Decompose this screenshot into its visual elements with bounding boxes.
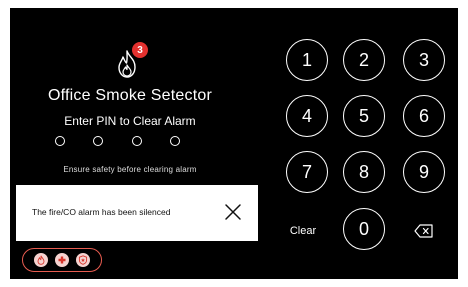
keypad-key-1[interactable]: 1 — [286, 39, 328, 81]
safety-hint: Ensure safety before clearing alarm — [63, 165, 197, 174]
emergency-services-pill[interactable] — [22, 248, 102, 272]
close-icon — [225, 204, 241, 220]
keypad-key-9[interactable]: 9 — [403, 151, 445, 193]
keypad-key-6[interactable]: 6 — [403, 95, 445, 137]
alarm-count-badge: 3 — [132, 42, 148, 58]
police-icon — [76, 253, 90, 267]
toast-close-button[interactable] — [223, 202, 243, 222]
notification-toast: The fire/CO alarm has been silenced — [16, 185, 258, 241]
fire-icon — [34, 253, 48, 267]
backspace-icon — [414, 224, 433, 238]
device-title: Office Smoke Setector — [48, 87, 212, 104]
keypad-key-7[interactable]: 7 — [286, 151, 328, 193]
alarm-indicator: 3 — [114, 42, 148, 84]
pin-prompt: Enter PIN to Clear Alarm — [64, 114, 196, 128]
backspace-button[interactable] — [412, 221, 436, 241]
pin-entry-indicator — [55, 136, 180, 146]
keypad-key-0[interactable]: 0 — [343, 208, 385, 250]
keypad-key-8[interactable]: 8 — [343, 151, 385, 193]
pin-dot — [131, 136, 142, 146]
alarm-panel-screen: 3 Office Smoke Setector Enter PIN to Cle… — [10, 8, 458, 279]
keypad-key-3[interactable]: 3 — [403, 39, 445, 81]
pin-dot — [169, 136, 180, 146]
keypad-key-5[interactable]: 5 — [343, 95, 385, 137]
clear-button[interactable]: Clear — [280, 221, 326, 241]
pin-dot — [55, 136, 65, 146]
toast-message: The fire/CO alarm has been silenced — [32, 207, 171, 217]
keypad-key-2[interactable]: 2 — [343, 39, 385, 81]
keypad-key-4[interactable]: 4 — [286, 95, 328, 137]
medical-icon — [55, 253, 69, 267]
pin-dot — [93, 136, 104, 146]
